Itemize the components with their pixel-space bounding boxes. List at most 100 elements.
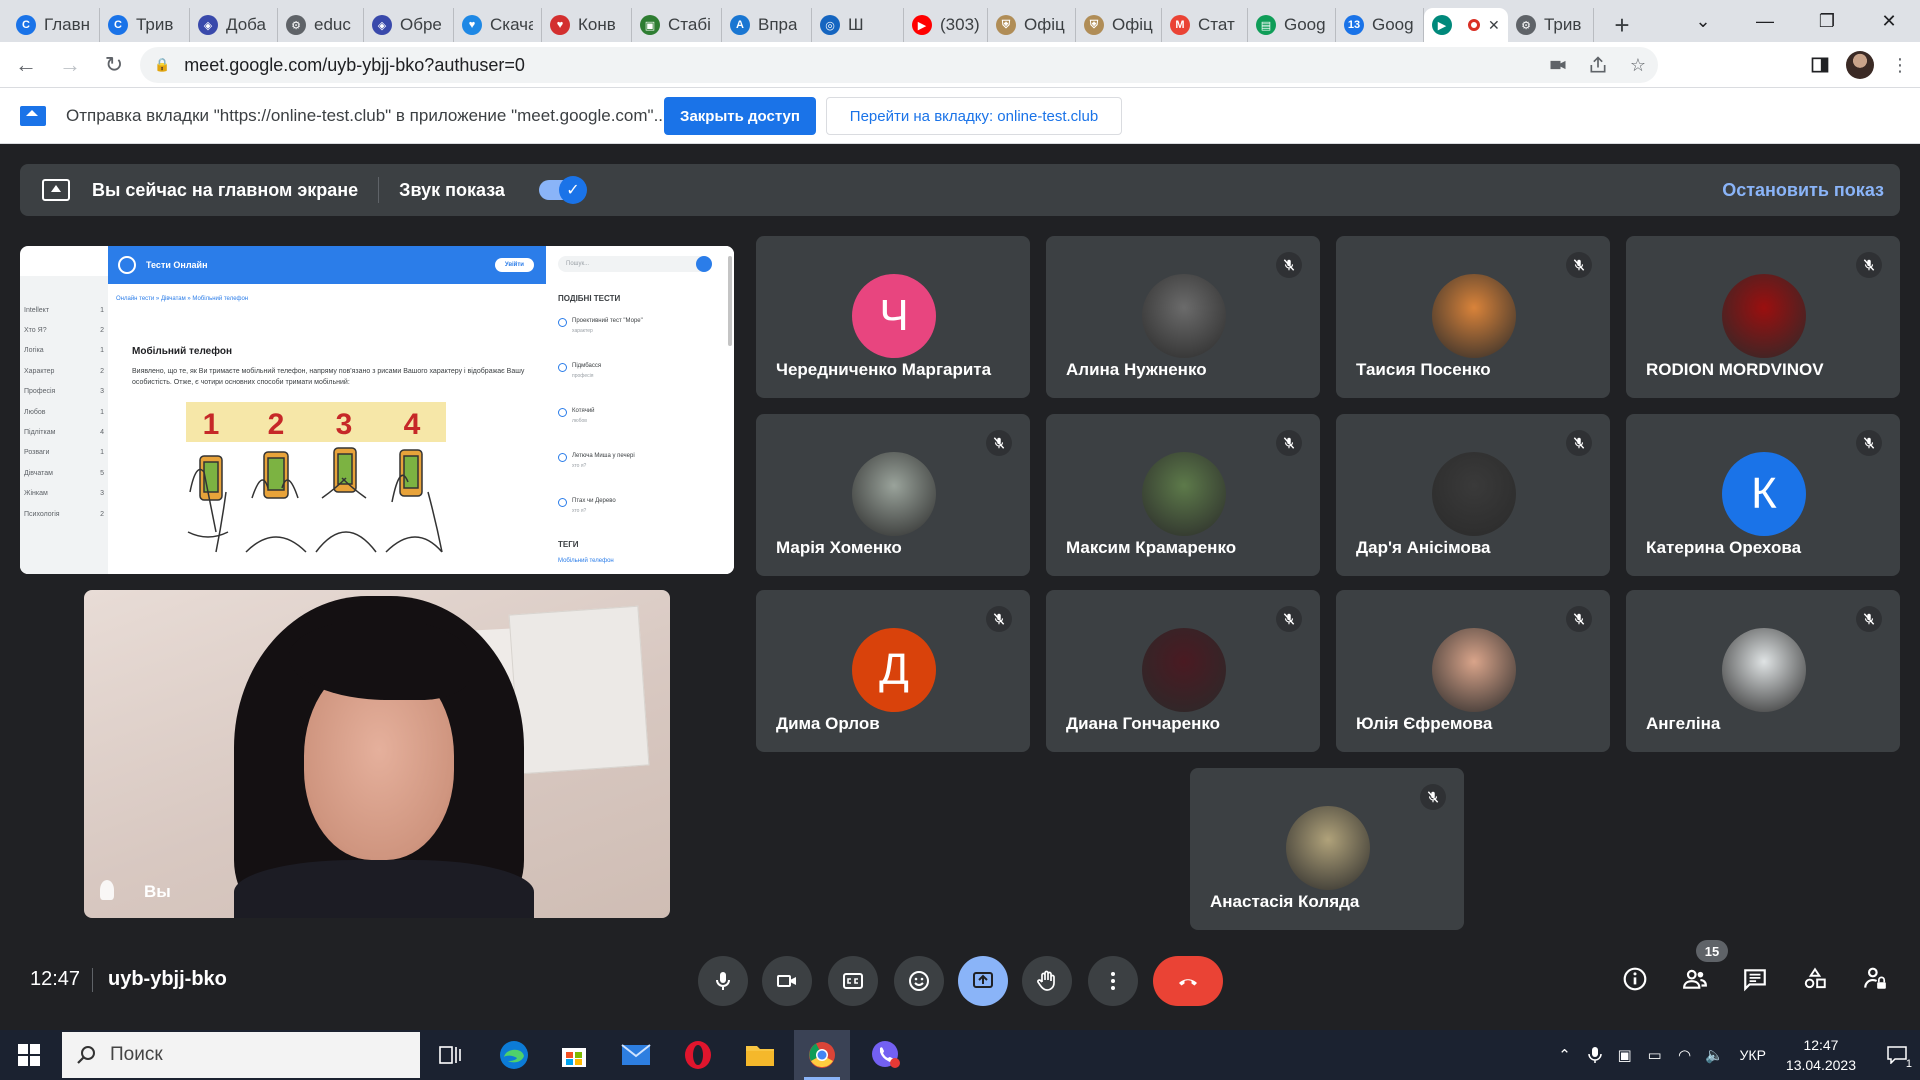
present-now-button[interactable] xyxy=(958,956,1008,1006)
opera-app[interactable] xyxy=(670,1030,726,1080)
edge-app[interactable] xyxy=(486,1030,542,1080)
browser-tab[interactable]: 13 Goog xyxy=(1336,8,1424,42)
participant-tile[interactable]: Максим Крамаренко xyxy=(1046,414,1320,576)
new-tab-button[interactable]: + xyxy=(1600,8,1644,42)
browser-tab[interactable]: ◈ Обре xyxy=(364,8,454,42)
browser-tab[interactable]: ◎ Ш xyxy=(812,8,904,42)
browser-tab[interactable]: ⛨ Офіц xyxy=(1076,8,1162,42)
browser-tab[interactable]: M Стат xyxy=(1162,8,1248,42)
maximize-button[interactable]: ❐ xyxy=(1796,0,1858,42)
notification-center-button[interactable]: 1 xyxy=(1874,1030,1920,1080)
tab-title: Goog xyxy=(1372,15,1414,34)
raise-hand-button[interactable] xyxy=(1022,956,1072,1006)
address-bar[interactable]: 🔒 meet.google.com/uyb-ybjj-bko?authuser=… xyxy=(140,47,1658,83)
browser-tab[interactable]: ⛨ Офіц xyxy=(988,8,1076,42)
close-tab-icon[interactable]: ✕ xyxy=(1488,17,1500,34)
back-button[interactable]: ← xyxy=(8,47,44,83)
network-icon[interactable]: ▣ xyxy=(1610,1030,1640,1080)
browser-tab[interactable]: ▤ Goog xyxy=(1248,8,1336,42)
participant-tile[interactable]: Дар'я Анісімова xyxy=(1336,414,1610,576)
microphone-tray-icon[interactable] xyxy=(1580,1030,1610,1080)
stop-presenting-button[interactable]: Остановить показ xyxy=(1722,164,1884,216)
camera-in-use-icon[interactable] xyxy=(1546,53,1570,77)
keyboard-language[interactable]: УКР xyxy=(1740,1047,1766,1063)
site-category-label: Дівчатам xyxy=(24,469,53,477)
activities-button[interactable] xyxy=(1798,962,1832,996)
store-app[interactable] xyxy=(546,1030,602,1080)
participant-tile[interactable]: Марія Хоменко xyxy=(756,414,1030,576)
browser-tab[interactable]: ▶ (303) xyxy=(904,8,988,42)
microphone-button[interactable] xyxy=(698,956,748,1006)
browser-tab[interactable]: ♥ Скача xyxy=(454,8,542,42)
tab-search-button[interactable]: ⌄ xyxy=(1672,0,1734,42)
participant-tile[interactable]: Ангеліна xyxy=(1626,590,1900,752)
chevron-up-icon[interactable]: ⌃ xyxy=(1550,1030,1580,1080)
taskbar-clock[interactable]: 12:47 13.04.2023 xyxy=(1786,1035,1856,1075)
site-category-count: 2 xyxy=(100,510,104,518)
task-view-button[interactable] xyxy=(422,1030,478,1080)
tab-title: Трив xyxy=(1544,15,1582,34)
close-window-button[interactable]: ✕ xyxy=(1858,0,1920,42)
viber-app[interactable] xyxy=(858,1030,914,1080)
hand-icon xyxy=(1037,970,1055,991)
share-icon[interactable] xyxy=(1586,53,1610,77)
taskbar-search-box[interactable]: Поиск xyxy=(62,1032,420,1078)
captions-button[interactable] xyxy=(828,956,878,1006)
minimize-button[interactable]: — xyxy=(1734,0,1796,42)
browser-tab[interactable]: ⚙ Трив xyxy=(1508,8,1594,42)
forward-button[interactable]: → xyxy=(52,47,88,83)
file-explorer-app[interactable] xyxy=(732,1030,788,1080)
participant-tile[interactable]: Таисия Посенко xyxy=(1336,236,1610,398)
reload-button[interactable]: ↻ xyxy=(96,47,132,83)
pin-icon[interactable] xyxy=(100,880,114,900)
presentation-preview[interactable]: Іntellект 1 Хто Я? 2 Логіка 1 Характер 2 Професі… xyxy=(20,246,734,574)
present-screen-icon xyxy=(42,179,70,201)
mic-off-icon xyxy=(1276,430,1302,456)
camera-button[interactable] xyxy=(762,956,812,1006)
participant-tile[interactable]: Юлія Єфремова xyxy=(1336,590,1610,752)
participant-tile[interactable]: RODION MORDVINOV xyxy=(1626,236,1900,398)
browser-tab[interactable]: C Трив xyxy=(100,8,190,42)
participant-tile[interactable]: Алина Нужненко xyxy=(1046,236,1320,398)
host-controls-button[interactable] xyxy=(1858,962,1892,996)
side-panel-icon[interactable] xyxy=(1808,53,1832,77)
self-video-tile[interactable]: Вы xyxy=(84,590,670,918)
menu-kebab-icon[interactable]: ⋮ xyxy=(1888,53,1912,77)
mail-app[interactable] xyxy=(608,1030,664,1080)
profile-avatar[interactable] xyxy=(1846,51,1874,79)
leave-call-button[interactable] xyxy=(1153,956,1223,1006)
browser-tab[interactable]: A Впра xyxy=(722,8,812,42)
switch-to-tab-button[interactable]: Перейти на вкладку: online-test.club xyxy=(826,97,1122,135)
start-button[interactable] xyxy=(0,1030,58,1080)
browser-tab[interactable]: ▶ ✕ xyxy=(1424,8,1508,42)
wifi-icon[interactable]: ◠ xyxy=(1670,1030,1700,1080)
participant-tile[interactable]: Д Дима Орлов xyxy=(756,590,1030,752)
browser-tab[interactable]: ⚙ educ xyxy=(278,8,364,42)
tab-favicon-icon: ▶ xyxy=(1432,15,1452,35)
reactions-button[interactable] xyxy=(894,956,944,1006)
site-name: Тести Онлайн xyxy=(146,260,208,270)
browser-tab[interactable]: ▣ Стабі xyxy=(632,8,722,42)
more-options-button[interactable] xyxy=(1088,956,1138,1006)
bookmark-star-icon[interactable]: ☆ xyxy=(1626,53,1650,77)
share-audio-toggle[interactable]: ✓ xyxy=(538,176,587,204)
stop-sharing-button[interactable]: Закрыть доступ xyxy=(664,97,816,135)
windows-taskbar: Поиск ⌃ ▣ ▭ ◠ 🔈 УКР 12:47 13.04.2023 1 xyxy=(0,1030,1920,1080)
mail-icon xyxy=(621,1044,651,1065)
participant-tile[interactable]: Диана Гончаренко xyxy=(1046,590,1320,752)
chat-button[interactable] xyxy=(1738,962,1772,996)
battery-icon[interactable]: ▭ xyxy=(1640,1030,1670,1080)
browser-tab[interactable]: ◈ Доба xyxy=(190,8,278,42)
people-button[interactable] xyxy=(1678,962,1712,996)
site-category-count: 5 xyxy=(100,469,104,477)
participant-tile[interactable]: Анастасія Коляда xyxy=(1190,768,1464,930)
volume-icon[interactable]: 🔈 xyxy=(1700,1030,1730,1080)
browser-tab[interactable]: C Главн xyxy=(8,8,100,42)
chrome-app[interactable] xyxy=(794,1030,850,1080)
tab-title: Трив xyxy=(136,15,174,34)
participant-tile[interactable]: Ч Чередниченко Маргарита xyxy=(756,236,1030,398)
participant-tile[interactable]: К Катерина Орехова xyxy=(1626,414,1900,576)
related-tests-heading: ПОДІБНІ ТЕСТИ xyxy=(558,294,621,303)
browser-tab[interactable]: ♥ Конв xyxy=(542,8,632,42)
meeting-details-button[interactable] xyxy=(1618,962,1652,996)
